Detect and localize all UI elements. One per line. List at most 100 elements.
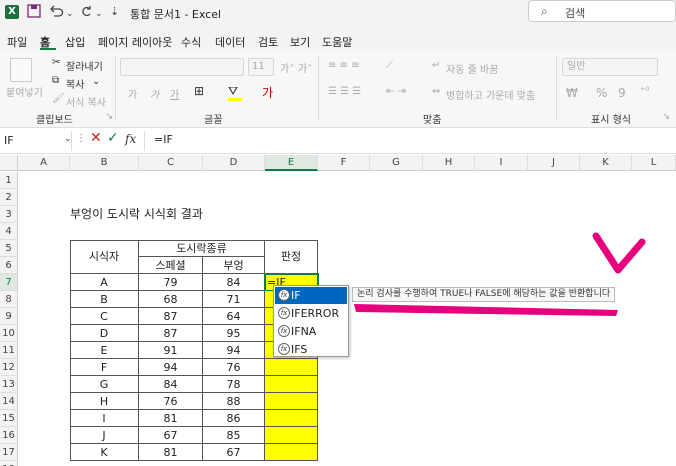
cell-taster[interactable]: F (70, 359, 139, 376)
cell-owl-score[interactable]: 67 (203, 444, 265, 461)
paste-button[interactable]: 붙여넣기 (6, 84, 43, 99)
row-header-7[interactable]: 7 (0, 274, 18, 291)
autocomplete-item-ifna[interactable]: fx IFNA (275, 323, 347, 340)
cell-taster[interactable]: I (70, 410, 139, 427)
row-header-14[interactable]: 14 (0, 393, 18, 410)
column-header-a[interactable]: A (18, 155, 70, 171)
cell-taster[interactable]: J (70, 427, 139, 444)
cell-special-score[interactable]: 76 (139, 393, 203, 410)
tab-view[interactable]: 보기 (290, 34, 310, 50)
undo-dropdown-icon[interactable]: ⌄ (66, 6, 74, 22)
autocomplete-item-if[interactable]: fx IF (275, 287, 347, 304)
row-header-3[interactable]: 3 (0, 206, 18, 223)
cell-judgement[interactable] (265, 410, 318, 427)
cell-taster[interactable]: K (70, 444, 139, 461)
borders-icon[interactable]: ⊞ (194, 84, 204, 98)
wrap-text-icon[interactable]: ↵ (432, 60, 440, 71)
copy-button[interactable]: 복사 (66, 76, 84, 91)
formula-input[interactable]: =IF (154, 133, 173, 146)
decrease-font-icon[interactable]: 가˅ (298, 60, 312, 75)
row-header-12[interactable]: 12 (0, 359, 18, 376)
name-box[interactable]: IF (0, 131, 72, 151)
search-box[interactable]: ⌕ 검색 (528, 0, 676, 22)
copy-icon[interactable]: ⧉ (52, 75, 59, 86)
autocomplete-item-ifs[interactable]: fx IFS (275, 341, 347, 358)
italic-button[interactable]: 가 (150, 86, 159, 101)
row-header-11[interactable]: 11 (0, 342, 18, 359)
align-left-icon[interactable]: ☰ ☰ ☰ (328, 86, 361, 97)
column-header-f[interactable]: F (318, 155, 370, 171)
row-header-4[interactable]: 4 (0, 223, 18, 240)
row-header-9[interactable]: 9 (0, 308, 18, 325)
row-header-15[interactable]: 15 (0, 410, 18, 427)
select-all-corner[interactable] (0, 155, 18, 171)
percent-icon[interactable]: % (596, 86, 607, 100)
cell-special-score[interactable]: 67 (139, 427, 203, 444)
format-painter-icon[interactable]: 🖌 (52, 93, 65, 104)
row-header-16[interactable]: 16 (0, 427, 18, 444)
increase-decimal-icon[interactable]: ⁺⁰ (640, 86, 649, 97)
row-header-13[interactable]: 13 (0, 376, 18, 393)
tab-insert[interactable]: 삽입 (65, 34, 85, 50)
cell-judgement[interactable] (265, 376, 318, 393)
cell-special-score[interactable]: 84 (139, 376, 203, 393)
merge-center-button[interactable]: 병합하고 가운데 맞춤 (446, 87, 535, 102)
bold-button[interactable]: 가 (128, 86, 137, 101)
cell-taster[interactable]: B (70, 291, 139, 308)
cell-owl-score[interactable]: 95 (203, 325, 265, 342)
indent-icon[interactable]: ⇤ ⇥ (386, 86, 406, 97)
cell-special-score[interactable]: 87 (139, 325, 203, 342)
header-special[interactable]: 스페셜 (139, 257, 203, 274)
tab-page-layout[interactable]: 페이지 레이아웃 (98, 34, 172, 50)
underline-button[interactable]: 가 (170, 86, 179, 101)
cell-judgement[interactable] (265, 427, 318, 444)
insert-function-icon[interactable]: fx (125, 132, 136, 146)
cell-special-score[interactable]: 91 (139, 342, 203, 359)
cell-owl-score[interactable]: 86 (203, 410, 265, 427)
cell-taster[interactable]: H (70, 393, 139, 410)
cell-owl-score[interactable]: 94 (203, 342, 265, 359)
cell-special-score[interactable]: 81 (139, 410, 203, 427)
header-owl[interactable]: 부엉 (203, 257, 265, 274)
row-header-5[interactable]: 5 (0, 240, 18, 257)
undo-icon[interactable] (48, 4, 64, 23)
tab-review[interactable]: 검토 (258, 34, 278, 50)
tab-help[interactable]: 도움말 (322, 34, 352, 50)
clipboard-launcher-icon[interactable]: ↘ (105, 111, 113, 122)
number-format-dropdown[interactable]: 일반 (562, 58, 658, 76)
column-header-d[interactable]: D (203, 155, 265, 171)
cell-owl-score[interactable]: 71 (203, 291, 265, 308)
tab-file[interactable]: 파일 (7, 34, 27, 50)
row-header-2[interactable]: 2 (0, 189, 18, 206)
row-header-17[interactable]: 17 (0, 444, 18, 461)
row-header-8[interactable]: 8 (0, 291, 18, 308)
cell-judgement[interactable] (265, 444, 318, 461)
cell-owl-score[interactable]: 78 (203, 376, 265, 393)
column-header-e[interactable]: E (265, 155, 318, 171)
column-header-c[interactable]: C (139, 155, 203, 171)
header-taster[interactable]: 시식자 (70, 240, 139, 274)
cell-owl-score[interactable]: 64 (203, 308, 265, 325)
tab-data[interactable]: 데이터 (215, 34, 245, 50)
enter-icon[interactable]: ✓ (107, 130, 119, 146)
paste-icon[interactable] (10, 58, 32, 82)
number-launcher-icon[interactable]: ↘ (662, 111, 670, 122)
cell-taster[interactable]: D (70, 325, 139, 342)
redo-icon[interactable] (78, 4, 94, 23)
column-header-i[interactable]: I (475, 155, 528, 171)
accounting-format-icon[interactable]: ₩ (566, 86, 578, 100)
redo-dropdown-icon[interactable]: ⌄ (95, 6, 103, 22)
merge-center-icon[interactable]: ⇔ (432, 86, 440, 97)
column-header-l[interactable]: L (632, 155, 676, 171)
cell-special-score[interactable]: 87 (139, 308, 203, 325)
cell-special-score[interactable]: 79 (139, 274, 203, 291)
column-header-j[interactable]: J (528, 155, 580, 171)
cell-taster[interactable]: C (70, 308, 139, 325)
cell-judgement[interactable] (265, 359, 318, 376)
name-box-dropdown-icon[interactable]: ⌄ (64, 134, 72, 144)
row-header-1[interactable]: 1 (0, 172, 18, 189)
cell-special-score[interactable]: 68 (139, 291, 203, 308)
header-lunchbox-type[interactable]: 도시락종류 (139, 240, 265, 257)
cell-owl-score[interactable]: 84 (203, 274, 265, 291)
column-header-b[interactable]: B (70, 155, 139, 171)
